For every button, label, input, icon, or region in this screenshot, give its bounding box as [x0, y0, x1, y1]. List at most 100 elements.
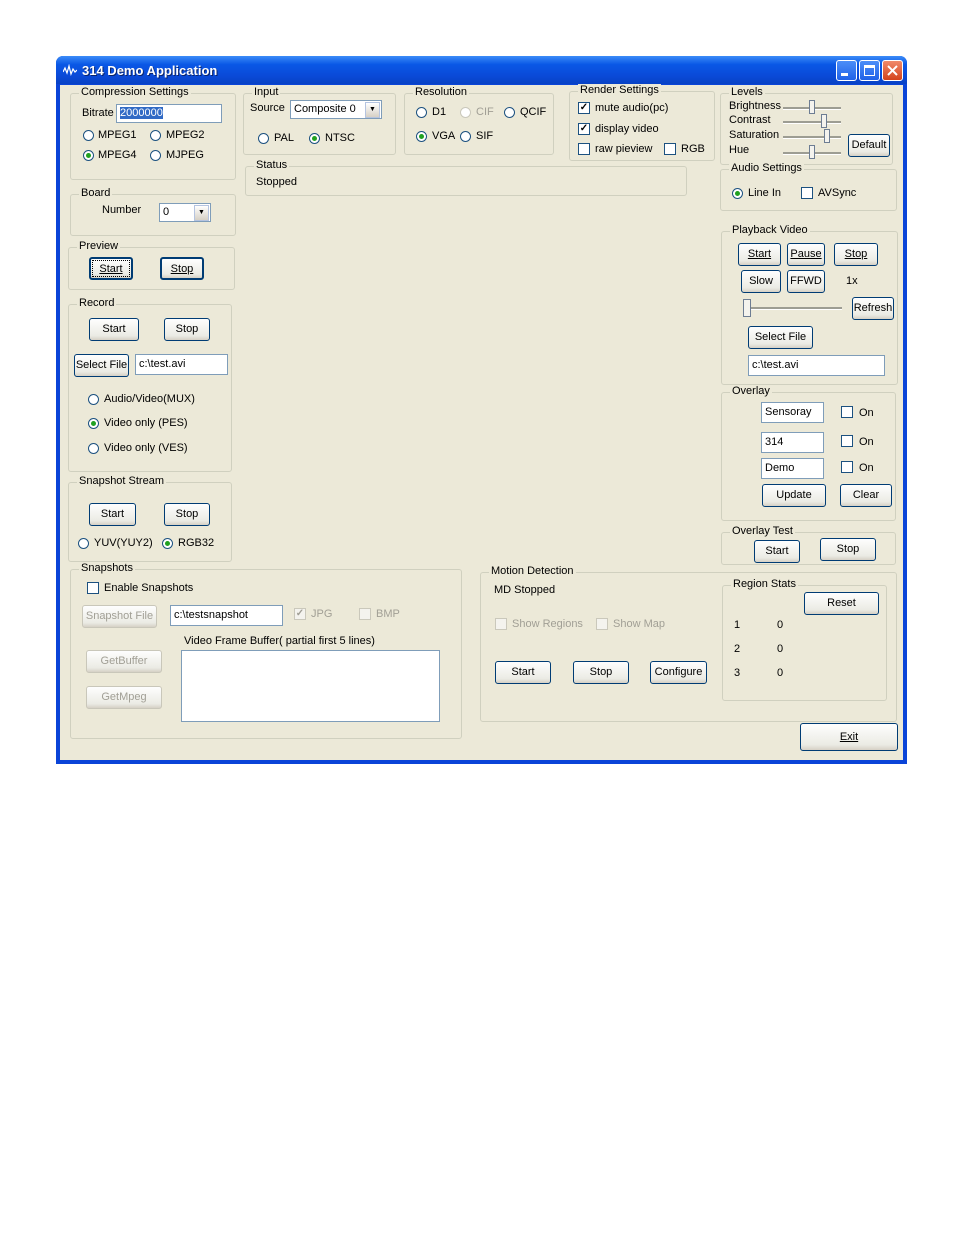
minimize-icon: [841, 73, 848, 76]
record-start-button[interactable]: Start: [89, 318, 139, 341]
app-window: 314 Demo Application Compression Setting…: [56, 56, 907, 764]
ntsc-radio[interactable]: [309, 133, 320, 144]
hue-label: Hue: [729, 144, 750, 156]
overlay-test-legend: Overlay Test: [730, 525, 795, 537]
qcif-radio[interactable]: [504, 107, 515, 118]
rgb32-radio[interactable]: [162, 538, 173, 549]
resolution-legend: Resolution: [413, 86, 469, 98]
playback-start-button[interactable]: Start: [738, 243, 781, 266]
overlay-line1-input[interactable]: Sensoray: [761, 402, 824, 423]
client-area: Compression Settings Bitrate 2000000 MPE…: [60, 84, 903, 760]
record-file-input[interactable]: c:\test.avi: [135, 354, 228, 375]
contrast-slider-thumb[interactable]: [821, 114, 827, 128]
region-stats-reset-button[interactable]: Reset: [804, 592, 879, 615]
jpg-label: JPG: [311, 608, 333, 620]
contrast-slider[interactable]: [783, 121, 841, 124]
vga-radio[interactable]: [416, 131, 427, 142]
saturation-slider[interactable]: [783, 136, 841, 139]
overlay-line3-input[interactable]: Demo: [761, 458, 824, 479]
cif-radio[interactable]: [460, 107, 471, 118]
show-map-checkbox[interactable]: [596, 618, 608, 630]
snapshot-stream-group: Snapshot Stream Start Stop YUV(YUY2) RGB…: [68, 475, 232, 562]
snapshot-file-button[interactable]: Snapshot File: [82, 605, 157, 628]
chevron-down-icon[interactable]: ▼: [365, 102, 380, 118]
playback-speed: 1x: [846, 275, 858, 287]
default-levels-button[interactable]: Default: [848, 134, 890, 157]
raw-preview-checkbox[interactable]: [578, 143, 590, 155]
jpg-checkbox[interactable]: ✓: [294, 608, 306, 620]
video-frame-buffer-textarea[interactable]: [181, 650, 440, 722]
render-settings-group: Render Settings ✓ mute audio(pc) ✓ displ…: [569, 84, 715, 161]
yuv-yuy2-radio[interactable]: [78, 538, 89, 549]
vga-label: VGA: [432, 130, 456, 142]
md-configure-button[interactable]: Configure: [650, 661, 707, 684]
record-stop-button[interactable]: Stop: [164, 318, 210, 341]
source-label: Source: [250, 102, 285, 114]
video-only-pes-radio[interactable]: [88, 418, 99, 429]
saturation-slider-thumb[interactable]: [824, 129, 830, 143]
bitrate-input[interactable]: 2000000: [116, 104, 222, 123]
snapshot-stream-start-button[interactable]: Start: [89, 503, 136, 526]
playback-position-slider[interactable]: [743, 307, 842, 310]
line-in-label: Line In: [748, 187, 782, 199]
preview-start-button[interactable]: Start: [89, 257, 133, 280]
snapshot-file-input[interactable]: c:\testsnapshot: [170, 605, 283, 626]
hue-slider-thumb[interactable]: [809, 145, 815, 159]
line-in-radio[interactable]: [732, 188, 743, 199]
enable-snapshots-label: Enable Snapshots: [104, 582, 194, 594]
show-regions-checkbox[interactable]: [495, 618, 507, 630]
enable-snapshots-checkbox[interactable]: [87, 582, 99, 594]
record-select-file-button[interactable]: Select File: [74, 354, 129, 377]
playback-pause-button[interactable]: Pause: [787, 243, 825, 266]
overlay-line3-on-checkbox[interactable]: [841, 461, 853, 473]
mpeg4-radio[interactable]: [83, 150, 94, 161]
d1-radio[interactable]: [416, 107, 427, 118]
overlay-clear-button[interactable]: Clear: [840, 484, 892, 507]
title-bar[interactable]: 314 Demo Application: [56, 56, 907, 84]
preview-stop-button[interactable]: Stop: [160, 257, 204, 280]
playback-slow-button[interactable]: Slow: [741, 270, 781, 293]
maximize-button[interactable]: [859, 60, 880, 81]
playback-refresh-button[interactable]: Refresh: [852, 297, 894, 320]
overlay-test-stop-button[interactable]: Stop: [820, 538, 876, 561]
avsync-checkbox[interactable]: [801, 187, 813, 199]
display-video-checkbox[interactable]: ✓: [578, 123, 590, 135]
rgb32-label: RGB32: [178, 537, 215, 549]
mpeg1-radio[interactable]: [83, 130, 94, 141]
minimize-button[interactable]: [836, 60, 857, 81]
overlay-line1-on-checkbox[interactable]: [841, 406, 853, 418]
source-select[interactable]: Composite 0 ▼: [290, 100, 382, 119]
playback-stop-button[interactable]: Stop: [834, 243, 878, 266]
mpeg2-radio[interactable]: [150, 130, 161, 141]
video-only-ves-radio[interactable]: [88, 443, 99, 454]
playback-file-input[interactable]: c:\test.avi: [748, 355, 885, 376]
overlay-legend: Overlay: [730, 385, 772, 397]
md-stop-button[interactable]: Stop: [573, 661, 629, 684]
chevron-down-icon[interactable]: ▼: [194, 205, 209, 221]
overlay-line2-on-checkbox[interactable]: [841, 435, 853, 447]
get-mpeg-button[interactable]: GetMpeg: [86, 686, 162, 709]
get-buffer-button[interactable]: GetBuffer: [86, 650, 162, 673]
rgb-checkbox[interactable]: [664, 143, 676, 155]
playback-select-file-button[interactable]: Select File: [748, 326, 813, 349]
close-button[interactable]: [882, 60, 903, 81]
qcif-label: QCIF: [520, 106, 547, 118]
brightness-slider-thumb[interactable]: [809, 100, 815, 114]
overlay-test-start-button[interactable]: Start: [754, 540, 800, 563]
sif-radio[interactable]: [460, 131, 471, 142]
md-start-button[interactable]: Start: [495, 661, 551, 684]
playback-ffwd-button[interactable]: FFWD: [787, 270, 825, 293]
snapshot-stream-stop-button[interactable]: Stop: [164, 503, 210, 526]
board-number-label: Number: [102, 204, 142, 216]
playback-pause-label: Pause: [790, 248, 822, 260]
audio-video-mux-radio[interactable]: [88, 394, 99, 405]
mjpeg-radio[interactable]: [150, 150, 161, 161]
board-number-select[interactable]: 0 ▼: [159, 203, 211, 222]
overlay-update-button[interactable]: Update: [762, 484, 826, 507]
bmp-checkbox[interactable]: [359, 608, 371, 620]
mute-audio-checkbox[interactable]: ✓: [578, 102, 590, 114]
playback-position-thumb[interactable]: [743, 299, 751, 317]
overlay-line2-input[interactable]: 314: [761, 432, 824, 453]
exit-button[interactable]: Exit: [800, 723, 898, 751]
pal-radio[interactable]: [258, 133, 269, 144]
